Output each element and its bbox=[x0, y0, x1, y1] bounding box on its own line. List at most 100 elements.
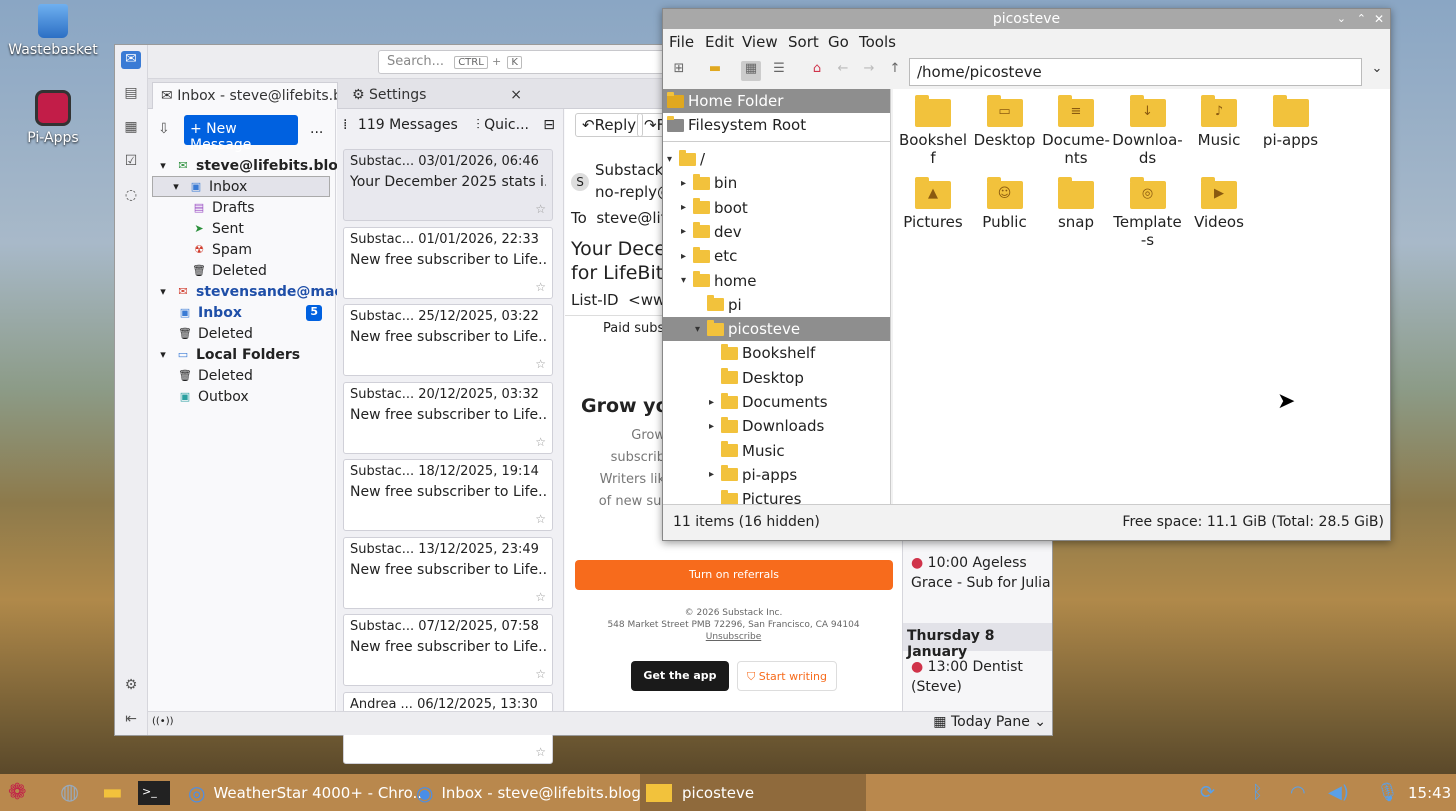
menu-edit[interactable]: Edit bbox=[705, 33, 734, 51]
chat-icon[interactable]: ◌ bbox=[121, 187, 141, 205]
calendar-event[interactable]: ● 13:00 Dentist (Steve) bbox=[911, 657, 1051, 697]
star-icon[interactable]: ☆ bbox=[535, 280, 546, 294]
file-item[interactable]: pi-apps bbox=[1255, 95, 1327, 149]
tree-item[interactable]: ▾ home bbox=[663, 269, 890, 293]
folder-spam[interactable]: ☢ Spam bbox=[192, 239, 252, 260]
reply-button[interactable]: ↶Reply bbox=[575, 113, 644, 137]
folder-drafts[interactable]: ▤ Drafts bbox=[192, 197, 255, 218]
forward-icon[interactable]: → bbox=[859, 61, 879, 81]
turn-on-referrals-button[interactable]: Turn on referrals bbox=[575, 560, 893, 590]
browser-launcher-icon[interactable]: ◍ bbox=[60, 774, 79, 811]
tree-item[interactable]: Music bbox=[663, 439, 890, 463]
tree-item[interactable]: pi bbox=[663, 293, 890, 317]
global-search-input[interactable]: Search... CTRL + K bbox=[378, 50, 698, 74]
file-item[interactable]: ▭ Desktop bbox=[969, 95, 1041, 149]
folder-inbox-2[interactable]: ▣ Inbox 5 bbox=[178, 302, 328, 323]
file-item[interactable]: snap bbox=[1040, 177, 1112, 231]
collapse-icon[interactable]: ⇤ bbox=[121, 711, 141, 729]
file-item[interactable]: ☺ Public bbox=[969, 177, 1041, 231]
tree-item[interactable]: ▸ Downloads bbox=[663, 414, 890, 438]
tree-expand-icon[interactable]: ▸ bbox=[709, 421, 721, 432]
tree-item[interactable]: ▾ / bbox=[663, 147, 890, 171]
tree-item[interactable]: ▸ bin bbox=[663, 171, 890, 195]
menu-sort[interactable]: Sort bbox=[788, 33, 819, 51]
folder-local-folders[interactable]: ▾ ▭ Local Folders bbox=[156, 344, 300, 365]
file-item[interactable]: ≡ Docume-nts bbox=[1040, 95, 1112, 167]
sender-address[interactable]: no-reply@ bbox=[595, 183, 672, 201]
folder-account-steve[interactable]: ▾ ✉ steve@lifebits.blog bbox=[156, 155, 348, 176]
settings-gear-icon[interactable]: ⚙ bbox=[121, 677, 141, 695]
update-icon[interactable]: ⟳ bbox=[1200, 782, 1215, 803]
today-pane-toggle[interactable]: ▦ Today Pane ⌄ bbox=[933, 714, 1046, 730]
task-weatherstar[interactable]: ◎ WeatherStar 4000+ - Chro... bbox=[182, 774, 427, 811]
tree-expand-icon[interactable]: ▸ bbox=[709, 397, 721, 408]
get-messages-icon[interactable]: ⇩ bbox=[158, 121, 170, 137]
close-icon[interactable]: ✕ bbox=[1374, 9, 1384, 29]
volume-icon[interactable]: ◀) bbox=[1328, 782, 1349, 803]
task-picosteve[interactable]: picosteve bbox=[640, 774, 866, 811]
tree-expand-icon[interactable]: ▾ bbox=[681, 275, 693, 286]
icon-view-icon[interactable]: ▦ bbox=[741, 61, 761, 81]
microphone-icon[interactable]: 🎙 bbox=[1376, 782, 1399, 803]
raspberry-menu-icon[interactable]: ❁ bbox=[8, 774, 26, 811]
menu-file[interactable]: File bbox=[669, 33, 694, 51]
file-item[interactable]: ▶ Videos bbox=[1183, 177, 1255, 231]
terminal-launcher-icon[interactable]: >_ bbox=[138, 774, 170, 811]
minimize-icon[interactable]: ⌄ bbox=[1337, 9, 1346, 29]
tree-item[interactable]: ▸ etc bbox=[663, 244, 890, 268]
calendar-icon[interactable]: ▦ bbox=[121, 119, 141, 137]
desktop-icon-pi-apps[interactable]: Pi-Apps bbox=[8, 90, 98, 146]
message-card[interactable]: Substac... 03/01/2026, 06:46 Your Decembe… bbox=[343, 149, 553, 221]
folder-deleted[interactable]: 🗑 Deleted bbox=[192, 260, 267, 281]
star-icon[interactable]: ☆ bbox=[535, 435, 546, 449]
bluetooth-icon[interactable]: ᛒ bbox=[1252, 782, 1263, 803]
calendar-event[interactable]: ● 10:00 Ageless Grace - Sub for Julia bbox=[911, 553, 1051, 593]
tree-expand-icon[interactable]: ▸ bbox=[681, 251, 693, 262]
list-options-icon[interactable]: ⊟ bbox=[543, 117, 555, 133]
new-tab-icon[interactable]: ⊞ bbox=[669, 61, 689, 81]
tree-expand-icon[interactable]: ▾ bbox=[695, 324, 707, 335]
folder-outbox[interactable]: ▣ Outbox bbox=[178, 386, 249, 407]
star-icon[interactable]: ☆ bbox=[535, 745, 546, 759]
back-icon[interactable]: ← bbox=[833, 61, 853, 81]
folder-deleted-2[interactable]: 🗑 Deleted bbox=[178, 323, 253, 344]
tree-expand-icon[interactable]: ▸ bbox=[681, 202, 693, 213]
tree-item[interactable]: Bookshelf bbox=[663, 341, 890, 365]
file-item[interactable]: ↓ Downloa-ds bbox=[1112, 95, 1184, 167]
tree-item[interactable]: ▸ pi-apps bbox=[663, 463, 890, 487]
tree-item[interactable]: ▾ picosteve bbox=[663, 317, 890, 342]
file-item[interactable]: ▲ Pictures bbox=[897, 177, 969, 231]
tree-expand-icon[interactable]: ▸ bbox=[681, 178, 693, 189]
file-item[interactable]: ♪ Music bbox=[1183, 95, 1255, 149]
star-icon[interactable]: ☆ bbox=[535, 202, 546, 216]
up-icon[interactable]: ↑ bbox=[885, 61, 905, 81]
window-titlebar[interactable]: picosteve ⌄ ⌃ ✕ bbox=[663, 9, 1390, 29]
tab-settings[interactable]: ⚙ Settings × bbox=[344, 82, 528, 109]
message-card[interactable]: Substac... 18/12/2025, 19:14 New free sub… bbox=[343, 459, 553, 531]
star-icon[interactable]: ☆ bbox=[535, 667, 546, 681]
mail-icon[interactable]: ✉ bbox=[121, 51, 141, 69]
star-icon[interactable]: ☆ bbox=[535, 590, 546, 604]
more-button[interactable]: ... bbox=[310, 121, 323, 137]
folder-inbox[interactable]: ▾ ▣ Inbox bbox=[152, 176, 330, 197]
online-status-icon[interactable]: ((•)) bbox=[152, 716, 174, 727]
star-icon[interactable]: ☆ bbox=[535, 512, 546, 526]
place-filesystem-root[interactable]: Filesystem Root bbox=[663, 113, 806, 137]
tree-item[interactable]: Desktop bbox=[663, 366, 890, 390]
tree-expand-icon[interactable]: ▾ bbox=[667, 154, 679, 165]
path-history-chevron-icon[interactable]: ⌄ bbox=[1367, 61, 1387, 81]
clock[interactable]: 15:43 bbox=[1408, 774, 1451, 811]
tab-inbox[interactable]: ✉ Inbox - steve@lifebits.blog bbox=[152, 82, 338, 109]
message-card[interactable]: Substac... 07/12/2025, 07:58 New free sub… bbox=[343, 614, 553, 686]
desktop-icon-wastebasket[interactable]: Wastebasket bbox=[8, 4, 98, 58]
tasks-icon[interactable]: ☑ bbox=[121, 153, 141, 171]
address-book-icon[interactable]: ▤ bbox=[121, 85, 141, 103]
star-icon[interactable]: ☆ bbox=[535, 357, 546, 371]
tree-item[interactable]: ▸ boot bbox=[663, 196, 890, 220]
list-view-icon[interactable]: ☰ bbox=[769, 61, 789, 81]
folder-sent[interactable]: ➤ Sent bbox=[192, 218, 243, 239]
tree-item[interactable]: ▸ dev bbox=[663, 220, 890, 244]
folder-deleted-3[interactable]: 🗑 Deleted bbox=[178, 365, 253, 386]
file-manager-launcher-icon[interactable]: ▬ bbox=[102, 774, 123, 811]
tree-expand-icon[interactable]: ▸ bbox=[709, 469, 721, 480]
